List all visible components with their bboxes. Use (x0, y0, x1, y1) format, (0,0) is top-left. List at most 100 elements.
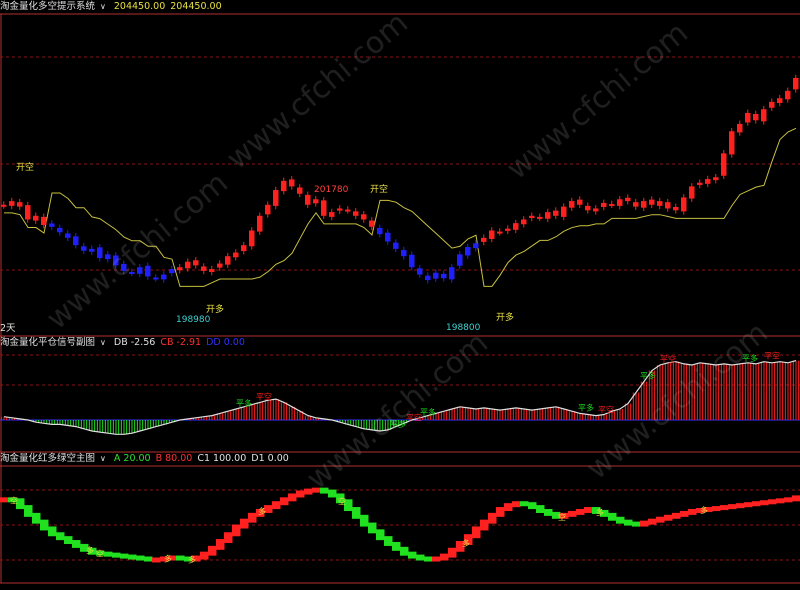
candle (329, 212, 335, 217)
chevron-down-icon[interactable]: ∨ (100, 454, 106, 463)
sub2-segment (784, 497, 793, 503)
sub2-marker: 空 (96, 549, 104, 559)
sub2-segment (664, 514, 673, 521)
sub2-segment (312, 487, 321, 493)
main-panel (1, 74, 799, 287)
sub2-segment (224, 532, 233, 544)
sub2-c1: C1 100.00 (197, 453, 247, 464)
chevron-down-icon[interactable]: ∨ (100, 2, 106, 11)
sub1-title: 淘金量化平仓信号副图 (0, 337, 96, 348)
annotation-low: 198800 (446, 323, 481, 333)
candle (593, 208, 599, 212)
sub2-marker: 多 (258, 506, 266, 516)
sub1-marker: 平多 (578, 402, 594, 412)
main-title: 淘金量化多空提示系统 (0, 1, 96, 12)
candle (761, 109, 767, 122)
candle (233, 252, 239, 258)
sub2-segment (120, 553, 129, 559)
sub2-segment (616, 516, 625, 524)
candle (409, 254, 415, 268)
candle (633, 202, 639, 207)
candle (177, 267, 183, 271)
candle (361, 214, 367, 220)
candle (313, 199, 319, 204)
sub2-segment (56, 532, 65, 541)
candle (73, 236, 79, 246)
candle (585, 205, 591, 211)
candle (353, 211, 359, 216)
candle (561, 206, 567, 217)
sub2-a: A 20.00 (113, 453, 151, 464)
sub2-segment (688, 508, 697, 515)
candle (513, 223, 519, 230)
candle (625, 197, 631, 202)
sub2-segment (272, 501, 281, 510)
annotation-signal: 开空 (370, 183, 388, 195)
sub2-segment (360, 514, 369, 527)
sub2-header: 淘金量化红多绿空主图 ∨ A 20.00 B 80.00 C1 100.00 D1 0.0… (0, 452, 294, 466)
sub2-segment (392, 541, 401, 551)
candle (777, 98, 783, 103)
candle (681, 197, 687, 212)
candle (385, 232, 391, 242)
sub2-segment (520, 501, 529, 507)
candle (193, 260, 199, 266)
candle (785, 90, 791, 100)
candle (617, 199, 623, 206)
sub1-marker: 平多 (742, 353, 758, 363)
candle (1, 204, 7, 207)
sub2-segment (472, 526, 481, 539)
candle (9, 201, 15, 206)
sub1-marker: 平空 (660, 354, 676, 364)
chart-canvas: 空多 空多 多多空多空多多 平多平空平多平空平多 平多 平空平多平空 平多 平空 开空201… (0, 13, 800, 584)
candle (769, 101, 775, 108)
sub2-marker: 多 (462, 538, 470, 548)
sub2-segment (288, 493, 297, 502)
sub2-marker: 空 (558, 512, 566, 522)
candle (705, 179, 711, 184)
sub1-marker: 平多 (640, 371, 656, 381)
candle (553, 210, 559, 216)
sub2-segment (144, 556, 153, 562)
sub2-segment (280, 497, 289, 506)
candle (753, 114, 759, 121)
sub2-segment (608, 512, 617, 521)
sub2-segment (720, 505, 729, 511)
candle (697, 182, 703, 185)
candle (201, 266, 207, 271)
candle (153, 277, 159, 280)
sub2-segment (480, 519, 489, 531)
sub2-segment (680, 510, 689, 517)
sub2-segment (368, 522, 377, 534)
sub1-cb: CB -2.91 (160, 337, 202, 348)
candle (41, 216, 47, 225)
sub1-panel: 平多平空平多平空平多 平多 平空平多平空 平多 平空 (0, 351, 800, 435)
sub2-segment (40, 519, 49, 531)
sub2-segment (792, 495, 800, 502)
candle (241, 245, 247, 252)
candle (737, 123, 743, 133)
sub2-marker: 多 (188, 554, 196, 564)
sub2-segment (624, 519, 633, 526)
candle (529, 215, 535, 218)
sub2-segment (576, 508, 585, 515)
sub2-segment (584, 507, 593, 513)
candle (81, 246, 87, 251)
annotations: 开空201780 开空198980开多198800开多 (16, 161, 514, 333)
sub2-marker: 空 (338, 496, 346, 506)
sub2-segment (488, 512, 497, 524)
candle (257, 215, 263, 232)
sub2-marker: 多 (164, 554, 172, 564)
chevron-down-icon[interactable]: ∨ (100, 338, 106, 347)
candle (713, 177, 719, 181)
main-value-1: 204450.00 (113, 1, 166, 12)
candle (473, 243, 479, 249)
sub1-db: DB -2.56 (113, 337, 156, 348)
candle (649, 199, 655, 205)
sub2-segment (648, 518, 657, 525)
sub2-segment (0, 497, 9, 503)
sub2-segment (544, 508, 553, 516)
candle (729, 131, 735, 155)
sub2-marker: 多 (700, 505, 708, 515)
sub2-segment (232, 524, 241, 537)
